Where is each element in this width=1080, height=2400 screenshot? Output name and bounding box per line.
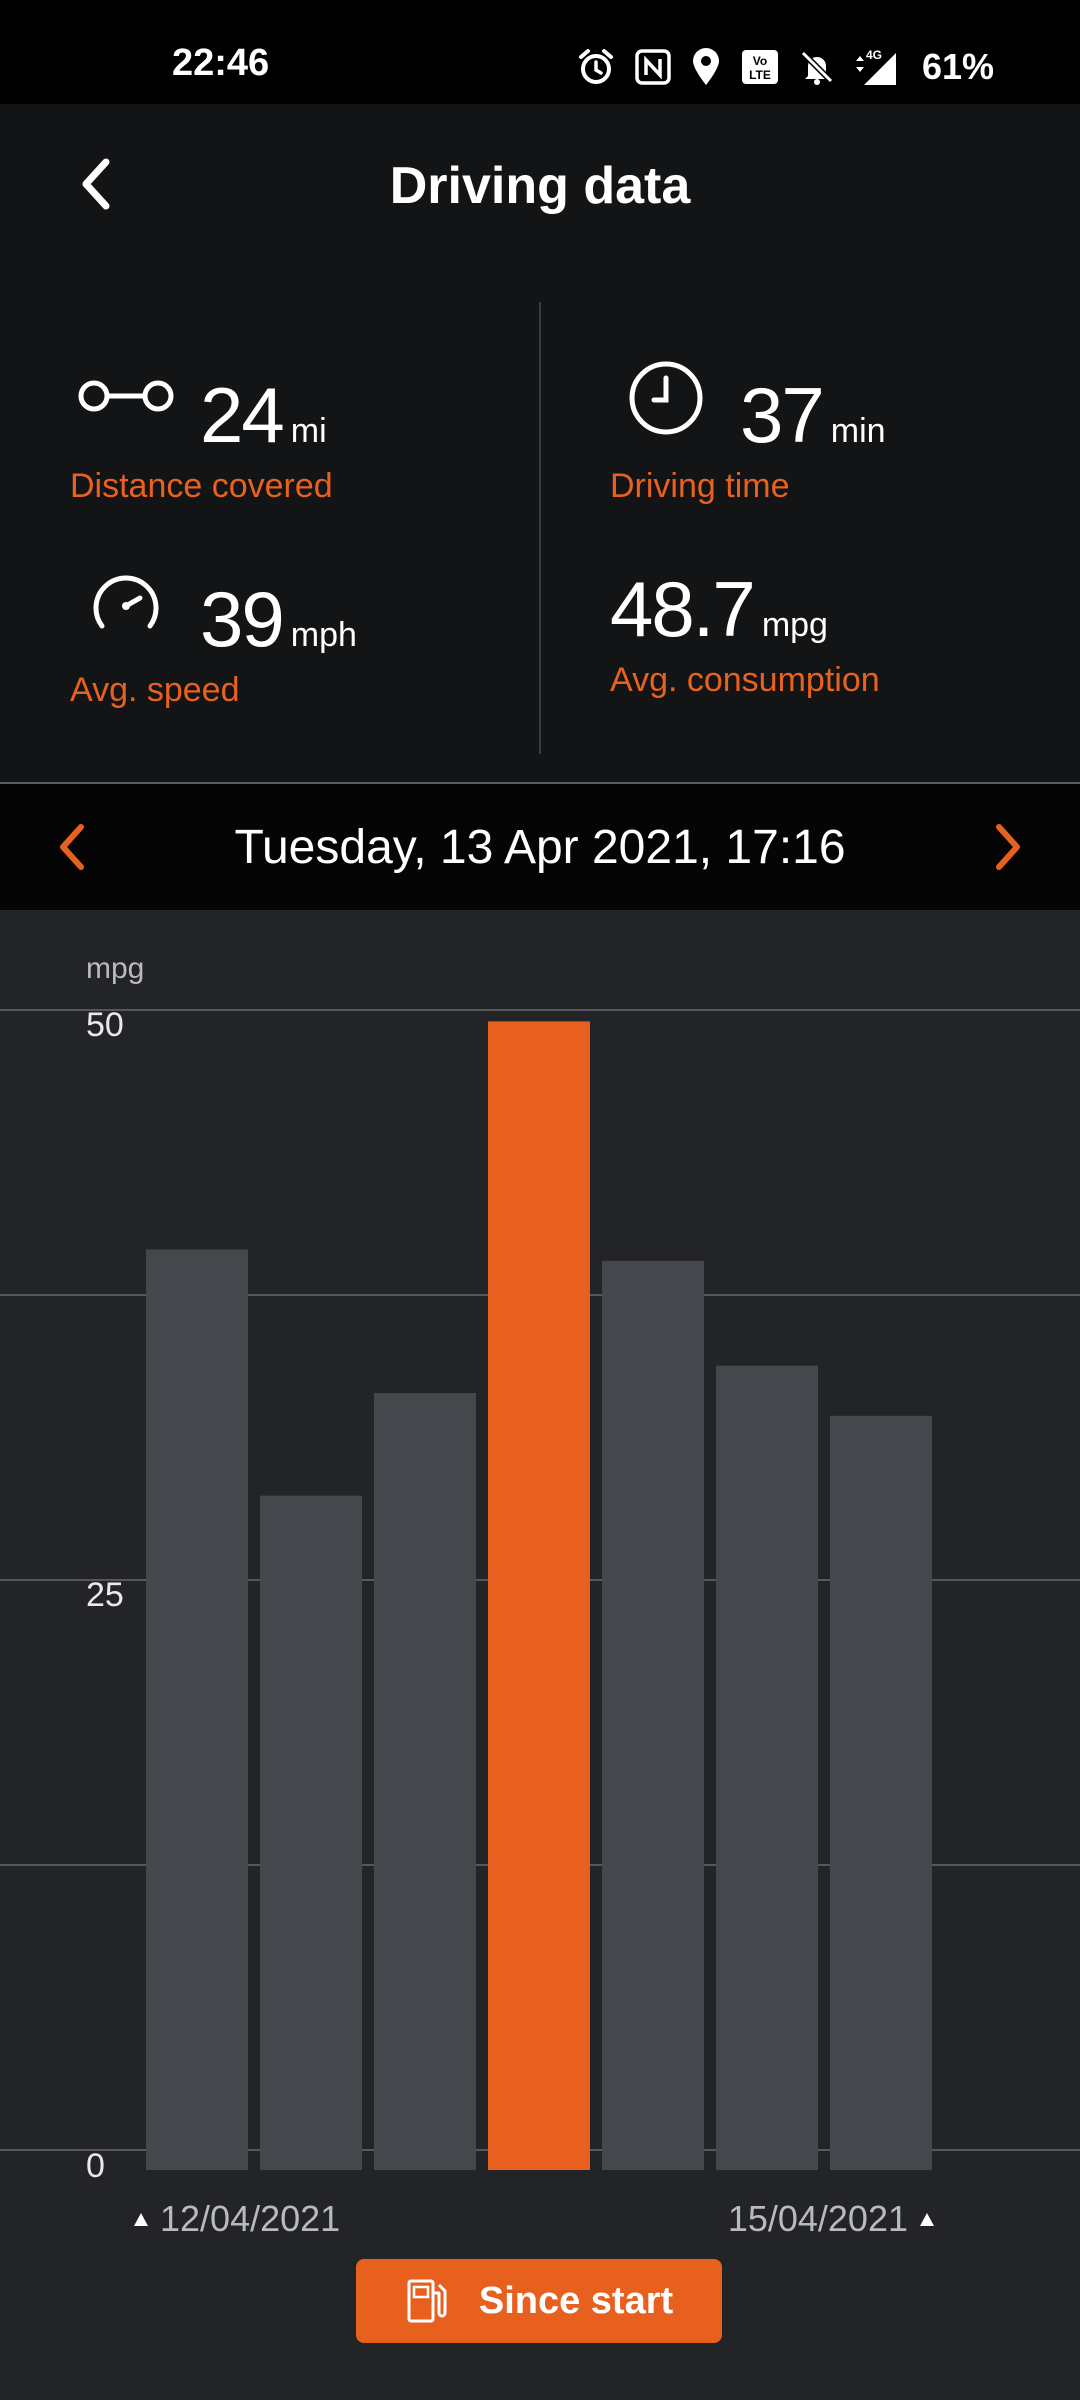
since-start-label: Since start xyxy=(478,2279,674,2322)
avg-speed-value: 39 xyxy=(200,575,285,663)
bell-off-icon xyxy=(800,50,834,85)
avg-speed-stat: 39 mph Avg. speed xyxy=(70,574,357,710)
triangle-up-icon xyxy=(920,2212,934,2226)
distance-value: 24 xyxy=(200,371,285,459)
chart-bar[interactable] xyxy=(260,1495,362,2170)
driving-stats: 24 mi Distance covered 37 min Driving ti… xyxy=(0,272,1080,782)
since-start-button[interactable]: Since start xyxy=(356,2259,722,2343)
distance-unit: mi xyxy=(290,412,327,450)
triangle-up-icon xyxy=(134,2212,148,2226)
svg-text:4G: 4G xyxy=(866,48,882,62)
avg-speed-label: Avg. speed xyxy=(70,671,240,709)
range-start-date-label: 12/04/2021 xyxy=(160,2198,341,2239)
consumption-chart: mpg 50 25 0 12/04/2021 15/04/2021 xyxy=(0,910,1080,2400)
chart-bar[interactable] xyxy=(716,1365,818,2170)
distance-label: Distance covered xyxy=(70,467,333,505)
chart-bar-selected[interactable] xyxy=(488,1021,590,2170)
distance-stat: 24 mi Distance covered xyxy=(70,370,333,506)
y-axis-unit-label: mpg xyxy=(86,952,145,985)
driving-time-stat: 37 min Driving time xyxy=(610,370,886,506)
status-time: 22:46 xyxy=(172,42,270,84)
status-bar: 22:46 Vo LTE 4G 61% xyxy=(0,0,1080,104)
next-trip-button[interactable] xyxy=(980,814,1036,880)
alarm-icon xyxy=(578,49,613,84)
driving-time-unit: min xyxy=(830,412,886,450)
page-title: Driving data xyxy=(389,157,691,215)
avg-consumption-stat: 48.7 mpg Avg. consumption xyxy=(610,564,880,700)
range-end-date-label: 15/04/2021 xyxy=(727,2198,908,2239)
avg-consumption-unit: mpg xyxy=(761,606,828,644)
stats-divider xyxy=(539,302,541,754)
consumption-bar-chart xyxy=(0,1009,1080,2170)
chart-bar[interactable] xyxy=(146,1249,248,2170)
y-tick-label: 50 xyxy=(86,1006,124,1044)
fuel-pump-icon xyxy=(407,2279,447,2323)
driving-time-label: Driving time xyxy=(610,467,790,505)
signal-4g-icon: 4G xyxy=(855,48,896,85)
chart-bar[interactable] xyxy=(374,1393,476,2170)
nfc-icon xyxy=(635,49,671,85)
chart-bar[interactable] xyxy=(602,1260,704,2170)
chart-bar[interactable] xyxy=(830,1415,932,2170)
range-end-date: 15/04/2021 xyxy=(728,2198,934,2240)
location-icon xyxy=(692,48,719,85)
chevron-right-icon xyxy=(996,824,1020,870)
driving-time-value: 37 xyxy=(740,371,825,459)
status-icons: Vo LTE 4G 61% xyxy=(576,44,994,90)
battery-level: 61% xyxy=(921,46,994,87)
volte-icon: Vo LTE xyxy=(741,50,778,84)
avg-speed-unit: mph xyxy=(290,616,357,654)
range-start-date: 12/04/2021 xyxy=(134,2198,340,2240)
avg-consumption-value: 48.7 xyxy=(610,565,756,653)
svg-text:LTE: LTE xyxy=(749,68,771,82)
trip-date-label: Tuesday, 13 Apr 2021, 17:16 xyxy=(234,821,846,874)
svg-text:Vo: Vo xyxy=(753,54,767,68)
app-header: Driving data xyxy=(0,104,1080,272)
y-tick-label: 0 xyxy=(86,2147,105,2185)
date-navigator: Tuesday, 13 Apr 2021, 17:16 xyxy=(0,784,1080,910)
y-tick-label: 25 xyxy=(86,1576,124,1614)
avg-consumption-label: Avg. consumption xyxy=(610,661,880,699)
